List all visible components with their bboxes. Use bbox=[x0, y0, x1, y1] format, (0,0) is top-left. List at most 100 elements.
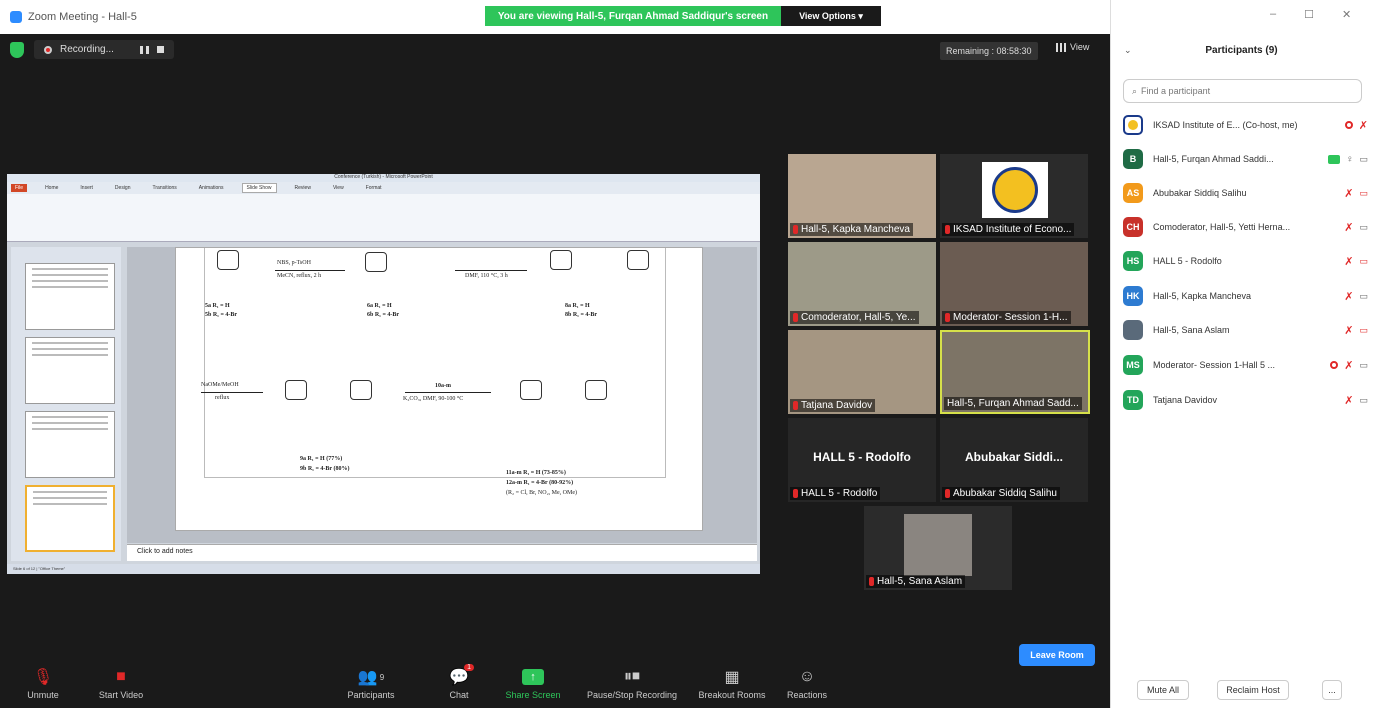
slide-canvas: NBS, p-TsOH MeCN, reflux, 2 h DMF, 110 °… bbox=[127, 247, 757, 543]
more-options-button[interactable]: ... bbox=[1322, 680, 1342, 700]
participant-row[interactable]: AS Abubakar Siddiq Salihu ✗ ▭ bbox=[1123, 181, 1368, 205]
meeting-toolbar: 🎙 Unmute ■ Start Video 👥 9 Participants 💬… bbox=[0, 654, 1110, 708]
video-icon: ▭ bbox=[1359, 221, 1368, 232]
participant-status-icons: ♀ ▭ bbox=[1306, 154, 1368, 165]
tile-participant-name: Hall-5, Kapka Mancheva bbox=[801, 224, 910, 235]
slide-thumbnails-panel bbox=[11, 247, 121, 561]
participant-row[interactable]: HK Hall-5, Kapka Mancheva ✗ ▭ bbox=[1123, 284, 1368, 308]
video-icon: ▭ bbox=[1359, 359, 1368, 370]
participant-name: Hall-5, Sana Aslam bbox=[1153, 325, 1230, 335]
mic-muted-icon bbox=[945, 313, 950, 322]
unmute-button[interactable]: 🎙 Unmute bbox=[6, 668, 80, 700]
share-screen-button[interactable]: ↑ Share Screen bbox=[496, 668, 570, 700]
compound-8b: 8b R₁ = 4-Br bbox=[565, 312, 598, 318]
pause-stop-label: Pause/Stop Recording bbox=[586, 690, 678, 700]
ppt-tab-home: Home bbox=[45, 185, 59, 191]
participant-search-input[interactable]: ⌕ Find a participant bbox=[1123, 79, 1362, 103]
video-tile[interactable]: Comoderator, Hall-5, Ye... bbox=[788, 242, 936, 326]
view-button[interactable]: View bbox=[1056, 42, 1089, 52]
slide-thumbnail-selected bbox=[25, 485, 115, 552]
participant-name: IKSAD Institute of E... (Co-host, me) bbox=[1153, 120, 1298, 130]
breakout-rooms-button[interactable]: ▦ Breakout Rooms bbox=[692, 668, 772, 700]
video-tile[interactable]: Moderator- Session 1-H... bbox=[940, 242, 1088, 326]
iksad-logo bbox=[982, 162, 1048, 218]
benzene-ring bbox=[627, 250, 649, 270]
tile-label: Tatjana Davidov bbox=[790, 399, 876, 412]
zoom-logo-icon bbox=[10, 11, 22, 23]
reclaim-host-button[interactable]: Reclaim Host bbox=[1217, 680, 1289, 700]
close-icon[interactable]: ✕ bbox=[1342, 8, 1351, 21]
video-tile[interactable]: Hall-5, Kapka Mancheva bbox=[788, 154, 936, 238]
mic-icon: ♀ bbox=[1345, 153, 1354, 165]
participants-button[interactable]: 👥 9 Participants bbox=[334, 668, 408, 700]
benzene-ring bbox=[285, 380, 307, 400]
video-tile[interactable]: Abubakar Siddi... Abubakar Siddiq Salihu bbox=[940, 418, 1088, 502]
participant-avatar: AS bbox=[1123, 183, 1143, 203]
chat-button[interactable]: 💬 1 Chat bbox=[422, 664, 496, 700]
participant-row[interactable]: TD Tatjana Davidov ✗ ▭ bbox=[1123, 388, 1368, 412]
video-tile[interactable]: Hall-5, Sana Aslam bbox=[864, 506, 1012, 590]
participant-row[interactable]: IKSAD Institute of E... (Co-host, me) ✗ bbox=[1123, 113, 1368, 137]
search-placeholder: Find a participant bbox=[1141, 86, 1211, 96]
minimize-icon[interactable]: – bbox=[1270, 8, 1276, 21]
participant-avatar: HK bbox=[1123, 286, 1143, 306]
participant-avatar: CH bbox=[1123, 217, 1143, 237]
breakout-rooms-label: Breakout Rooms bbox=[698, 690, 766, 700]
participant-status-icons: ✗ bbox=[1306, 119, 1368, 132]
mic-muted-icon: ✗ bbox=[1344, 359, 1354, 372]
view-options-button[interactable]: View Options ▾ bbox=[781, 6, 881, 26]
stop-recording-icon[interactable] bbox=[156, 46, 164, 53]
reaction-scheme: NBS, p-TsOH MeCN, reflux, 2 h DMF, 110 °… bbox=[201, 248, 666, 478]
chat-badge: 1 bbox=[464, 664, 474, 671]
participant-row[interactable]: B Hall-5, Furqan Ahmad Saddi... ♀ ▭ bbox=[1123, 147, 1368, 171]
reactions-button[interactable]: ☺ Reactions bbox=[770, 668, 844, 700]
compound-5a: 5a R₁ = H bbox=[205, 303, 230, 309]
participant-row[interactable]: Hall-5, Sana Aslam ✗ ▭ bbox=[1123, 318, 1368, 342]
reagent-1: NBS, p-TsOH bbox=[277, 260, 311, 266]
maximize-icon[interactable]: ☐ bbox=[1304, 8, 1314, 21]
start-video-button[interactable]: ■ Start Video bbox=[84, 668, 158, 700]
pause-stop-recording-button[interactable]: ⏸⏹ Pause/Stop Recording bbox=[580, 668, 684, 700]
video-tile-active-speaker[interactable]: Hall-5, Furqan Ahmad Sadd... bbox=[940, 330, 1090, 414]
participants-title: Participants (9) bbox=[1205, 45, 1278, 56]
participant-row[interactable]: MS Moderator- Session 1-Hall 5 ... ✗ ▭ bbox=[1123, 353, 1368, 377]
video-tile[interactable]: IKSAD Institute of Econo... bbox=[940, 154, 1088, 238]
participant-row[interactable]: CH Comoderator, Hall-5, Yetti Herna... ✗… bbox=[1123, 215, 1368, 239]
screen-share-icon bbox=[1327, 154, 1340, 164]
ppt-title: Conference (Turkish) - Microsoft PowerPo… bbox=[7, 174, 760, 182]
slide-thumbnail bbox=[25, 411, 115, 478]
ppt-ribbon-tabs: File Home Insert Design Transitions Anim… bbox=[7, 182, 760, 194]
tile-label: HALL 5 - Rodolfo bbox=[790, 487, 881, 500]
breakout-rooms-icon: ▦ bbox=[724, 669, 740, 686]
window-title: Zoom Meeting - Hall-5 bbox=[28, 11, 137, 23]
video-off-icon: ■ bbox=[116, 668, 126, 685]
tile-label: Hall-5, Sana Aslam bbox=[866, 575, 966, 588]
participant-status-icons: ✗ ▭ bbox=[1306, 290, 1368, 303]
recording-icon bbox=[1330, 361, 1339, 369]
video-icon: ▭ bbox=[1359, 394, 1368, 405]
leave-room-button[interactable]: Leave Room bbox=[1019, 644, 1095, 666]
compound-12-substituents: (R₂ = Cl, Br, NO₂, Me, OMe) bbox=[506, 490, 577, 496]
pause-stop-icon: ⏸⏹ bbox=[623, 668, 640, 685]
current-slide: NBS, p-TsOH MeCN, reflux, 2 h DMF, 110 °… bbox=[175, 247, 703, 531]
slide-thumbnail bbox=[25, 337, 115, 404]
ppt-tab-insert: Insert bbox=[80, 185, 93, 191]
pause-recording-icon[interactable] bbox=[139, 45, 149, 54]
participant-row[interactable]: HS HALL 5 - Rodolfo ✗ ▭ bbox=[1123, 249, 1368, 273]
security-shield-icon[interactable] bbox=[10, 41, 24, 58]
share-screen-icon: ↑ bbox=[522, 668, 544, 686]
share-screen-label: Share Screen bbox=[505, 690, 561, 700]
mic-muted-icon bbox=[793, 313, 798, 322]
benzene-ring bbox=[550, 250, 572, 270]
video-tile[interactable]: HALL 5 - Rodolfo HALL 5 - Rodolfo bbox=[788, 418, 936, 502]
tile-participant-name: Abubakar Siddiq Salihu bbox=[953, 488, 1057, 499]
compound-5b: 5b R₁ = 4-Br bbox=[205, 312, 238, 318]
mute-all-button[interactable]: Mute All bbox=[1137, 680, 1189, 700]
condition-3: reflux bbox=[215, 395, 230, 401]
video-tile[interactable]: Tatjana Davidov bbox=[788, 330, 936, 414]
participant-video-feed bbox=[904, 514, 972, 576]
tile-participant-name: IKSAD Institute of Econo... bbox=[953, 224, 1072, 235]
meeting-status-bar: Recording... bbox=[10, 40, 174, 59]
reagent-4: 10a-m bbox=[435, 383, 451, 389]
participant-avatar: TD bbox=[1123, 390, 1143, 410]
